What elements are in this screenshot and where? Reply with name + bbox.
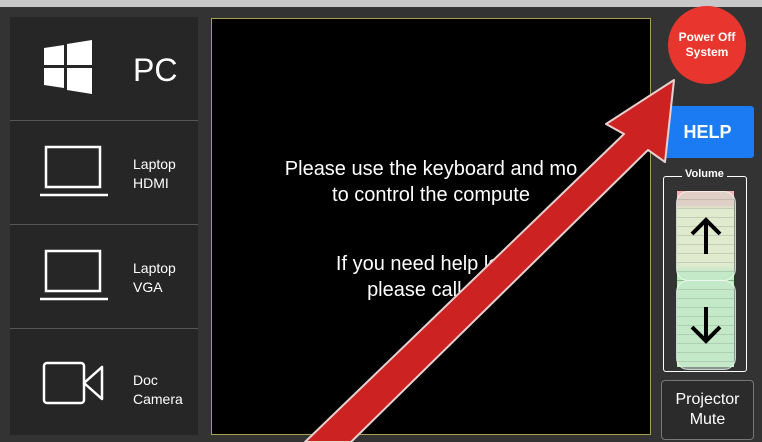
source-sidebar: PC Laptop HDMI Laptop VGA Doc Camera — [10, 17, 198, 435]
laptop-icon — [40, 145, 108, 197]
instruction-line-4: please call 57. — [367, 279, 495, 301]
source-pc-label: PC — [133, 52, 178, 88]
instruction-line-3: If you need help lo in, — [335, 253, 527, 275]
windows-logo-icon — [44, 40, 92, 94]
volume-control: Volume — [663, 168, 747, 372]
arrow-up-icon — [690, 217, 722, 254]
arrow-down-icon — [690, 307, 722, 344]
source-laptop-hdmi-button[interactable]: Laptop HDMI — [10, 121, 198, 225]
projector-mute-button[interactable]: Projector Mute — [661, 380, 754, 440]
source-laptop-vga-label: Laptop VGA — [133, 260, 176, 295]
volume-up-button[interactable] — [676, 191, 736, 281]
power-off-system-button[interactable]: Power Off System — [668, 6, 746, 84]
volume-down-button[interactable] — [676, 280, 736, 370]
source-doc-camera-label: Doc Camera — [133, 372, 183, 407]
help-button[interactable]: HELP — [661, 106, 754, 158]
source-laptop-vga-button[interactable]: Laptop VGA — [10, 225, 198, 329]
laptop-icon — [40, 249, 108, 301]
instruction-line-1: Please use the keyboard and mo — [284, 158, 578, 180]
power-off-label: Power Off System — [678, 30, 736, 59]
source-laptop-hdmi-label: Laptop HDMI — [133, 156, 176, 191]
touch-panel-screen: PC Laptop HDMI Laptop VGA Doc Camera Ple… — [0, 7, 762, 442]
video-camera-icon — [42, 361, 104, 405]
volume-label: Volume — [682, 168, 727, 180]
instruction-line-2: to control the compute — [332, 184, 530, 206]
instructions-panel: Please use the keyboard and mo to contro… — [211, 18, 651, 435]
source-pc-button[interactable]: PC — [10, 17, 198, 121]
source-doc-camera-button[interactable]: Doc Camera — [10, 329, 198, 435]
